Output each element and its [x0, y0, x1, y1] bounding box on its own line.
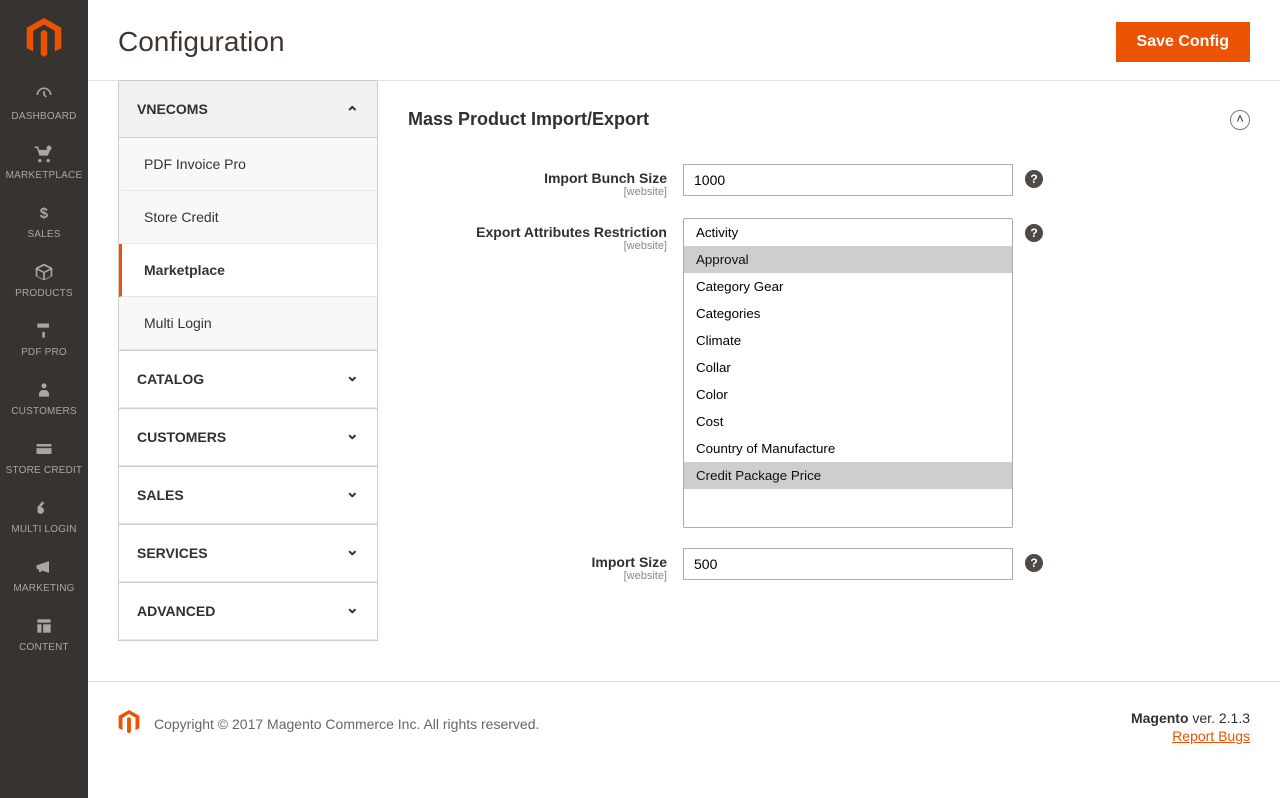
- section-title: SALES: [137, 487, 184, 503]
- help-icon[interactable]: ?: [1025, 170, 1043, 188]
- nav-label: CONTENT: [4, 642, 84, 653]
- help-icon[interactable]: ?: [1025, 554, 1043, 572]
- nav-customers[interactable]: CUSTOMERS: [0, 370, 88, 429]
- person-icon: [4, 380, 84, 402]
- nav-label: DASHBOARD: [4, 111, 84, 122]
- select-option[interactable]: Credit Package Price: [684, 462, 1012, 489]
- label-import-bunch-size: Import Bunch Size: [544, 170, 667, 186]
- megaphone-icon: [4, 557, 84, 579]
- config-section-services[interactable]: SERVICES: [119, 524, 377, 582]
- nav-marketplace[interactable]: MARKETPLACE: [0, 134, 88, 193]
- scope-label: [website]: [408, 186, 667, 198]
- nav-label: PDF PRO: [4, 347, 84, 358]
- config-section-vnecoms[interactable]: VNECOMS: [119, 80, 377, 138]
- row-export-attributes: Export Attributes Restriction [website] …: [408, 218, 1250, 528]
- row-import-bunch-size: Import Bunch Size [website] ?: [408, 164, 1250, 198]
- nav-sales[interactable]: $ SALES: [0, 193, 88, 252]
- fieldset-title: Mass Product Import/Export: [408, 109, 649, 130]
- save-config-button[interactable]: Save Config: [1116, 22, 1250, 62]
- nav-label: STORE CREDIT: [4, 465, 84, 476]
- report-bugs-link[interactable]: Report Bugs: [1131, 728, 1250, 744]
- svg-text:$: $: [40, 205, 49, 222]
- nav-marketing[interactable]: MARKETING: [0, 547, 88, 606]
- config-section-customers[interactable]: CUSTOMERS: [119, 408, 377, 466]
- admin-left-nav: DASHBOARD MARKETPLACE $ SALES PRODUCTS P…: [0, 0, 88, 798]
- dollar-icon: $: [4, 203, 84, 225]
- section-title: SERVICES: [137, 545, 208, 561]
- tab-pdf-invoice-pro[interactable]: PDF Invoice Pro: [119, 138, 377, 191]
- cart-gear-icon: [4, 144, 84, 166]
- magento-logo[interactable]: [0, 0, 88, 75]
- label-import-size: Import Size: [592, 554, 667, 570]
- select-option[interactable]: Color: [684, 381, 1012, 408]
- nav-label: MARKETPLACE: [4, 170, 84, 181]
- fieldset-toggle[interactable]: Mass Product Import/Export: [408, 109, 1250, 144]
- select-option[interactable]: Approval: [684, 246, 1012, 273]
- product-name: Magento: [1131, 710, 1189, 726]
- chevron-down-icon: [346, 429, 359, 445]
- config-subitems: PDF Invoice Pro Store Credit Marketplace…: [119, 138, 377, 350]
- label-export-attributes: Export Attributes Restriction: [476, 224, 667, 240]
- nav-store-credit[interactable]: STORE CREDIT: [0, 429, 88, 488]
- nav-label: MULTI LOGIN: [4, 524, 84, 535]
- input-import-size[interactable]: [683, 548, 1013, 580]
- key-icon: [4, 498, 84, 520]
- scope-label: [website]: [408, 570, 667, 582]
- config-section-sales[interactable]: SALES: [119, 466, 377, 524]
- dashboard-icon: [4, 85, 84, 107]
- select-option[interactable]: Country of Manufacture: [684, 435, 1012, 462]
- help-icon[interactable]: ?: [1025, 224, 1043, 242]
- nav-dashboard[interactable]: DASHBOARD: [0, 75, 88, 134]
- collapse-icon: [1230, 110, 1250, 130]
- version-text: Magento ver. 2.1.3: [1131, 710, 1250, 726]
- nav-content[interactable]: CONTENT: [0, 606, 88, 665]
- select-option[interactable]: Categories: [684, 300, 1012, 327]
- row-import-size: Import Size [website] ?: [408, 548, 1250, 582]
- chevron-down-icon: [346, 487, 359, 503]
- nav-label: PRODUCTS: [4, 288, 84, 299]
- page-title: Configuration: [118, 26, 285, 58]
- chevron-down-icon: [346, 545, 359, 561]
- scope-label: [website]: [408, 240, 667, 252]
- select-option[interactable]: Category Gear: [684, 273, 1012, 300]
- select-option[interactable]: Cost: [684, 408, 1012, 435]
- select-option[interactable]: Activity: [684, 219, 1012, 246]
- select-option[interactable]: Climate: [684, 327, 1012, 354]
- chevron-down-icon: [346, 603, 359, 619]
- select-export-attributes[interactable]: ActivityApprovalCategory GearCategoriesC…: [683, 218, 1013, 528]
- section-title: VNECOMS: [137, 101, 208, 117]
- copyright-text: Copyright © 2017 Magento Commerce Inc. A…: [154, 716, 539, 732]
- section-title: ADVANCED: [137, 603, 215, 619]
- tab-marketplace[interactable]: Marketplace: [119, 244, 377, 297]
- tab-multi-login[interactable]: Multi Login: [119, 297, 377, 350]
- nav-label: MARKETING: [4, 583, 84, 594]
- chevron-up-icon: [346, 101, 359, 117]
- tab-store-credit[interactable]: Store Credit: [119, 191, 377, 244]
- section-title: CATALOG: [137, 371, 204, 387]
- config-section-catalog[interactable]: CATALOG: [119, 350, 377, 408]
- config-content: Mass Product Import/Export Import Bunch …: [408, 81, 1250, 641]
- select-option[interactable]: Collar: [684, 354, 1012, 381]
- page-header: Configuration Save Config: [88, 0, 1280, 81]
- paint-roller-icon: [4, 321, 84, 343]
- config-section-advanced[interactable]: ADVANCED: [119, 582, 377, 640]
- nav-label: CUSTOMERS: [4, 406, 84, 417]
- nav-multi-login[interactable]: MULTI LOGIN: [0, 488, 88, 547]
- magento-logo-small: [118, 710, 140, 737]
- chevron-down-icon: [346, 371, 359, 387]
- layout-icon: [4, 616, 84, 638]
- page-footer: Copyright © 2017 Magento Commerce Inc. A…: [88, 681, 1280, 772]
- nav-pdf-pro[interactable]: PDF PRO: [0, 311, 88, 370]
- config-tabs: VNECOMS PDF Invoice Pro Store Credit Mar…: [118, 80, 378, 641]
- section-title: CUSTOMERS: [137, 429, 226, 445]
- credit-card-icon: [4, 439, 84, 461]
- nav-label: SALES: [4, 229, 84, 240]
- nav-products[interactable]: PRODUCTS: [0, 252, 88, 311]
- input-import-bunch-size[interactable]: [683, 164, 1013, 196]
- box-icon: [4, 262, 84, 284]
